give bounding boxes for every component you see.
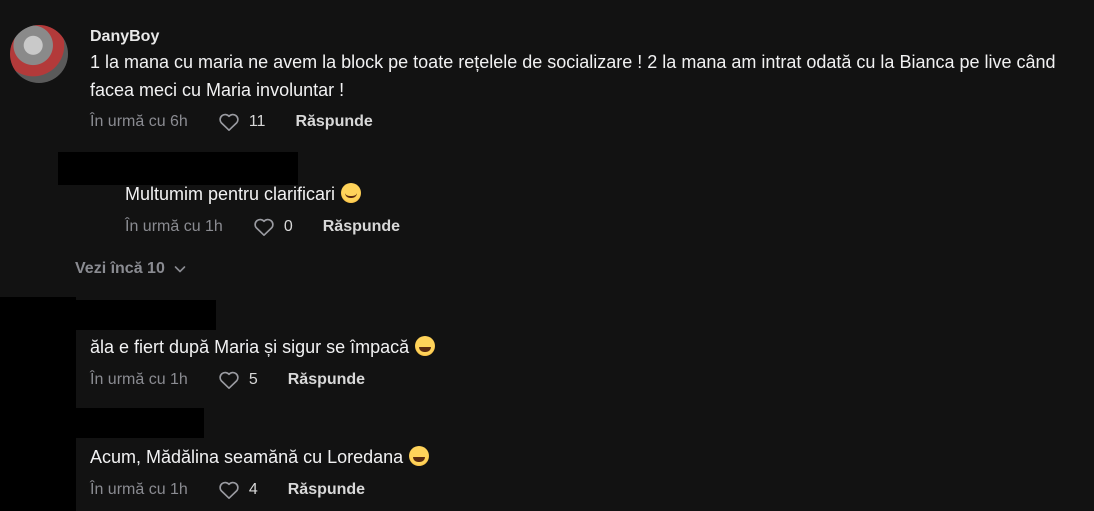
see-more-label: Vezi încă 10	[75, 260, 165, 277]
redacted-avatar	[0, 297, 76, 511]
timestamp: În urmă cu 1h	[125, 218, 223, 235]
reply-meta: În urmă cu 1h 0 Răspunde	[125, 217, 400, 237]
timestamp: În urmă cu 6h	[90, 113, 188, 130]
like-button[interactable]: 5	[218, 370, 258, 390]
chevron-down-icon	[174, 266, 186, 273]
heart-icon	[219, 113, 239, 131]
like-count: 0	[283, 218, 293, 235]
comment-text: 1 la mana cu maria ne avem la block pe t…	[90, 52, 1056, 100]
comment-text-content: Acum, Mădălina seamănă cu Loredana	[90, 447, 404, 467]
like-button[interactable]: 11	[218, 112, 266, 132]
grinning-squinting-emoji-icon	[409, 446, 430, 466]
reply-button[interactable]: Răspunde	[288, 481, 365, 499]
timestamp: În urmă cu 1h	[90, 481, 188, 498]
like-count: 11	[248, 113, 266, 130]
reply-button[interactable]: Răspunde	[295, 113, 372, 131]
reply-button[interactable]: Răspunde	[288, 371, 365, 389]
comment-text-content: ăla e fiert după Maria și sigur se împac…	[90, 337, 410, 357]
timestamp: În urmă cu 1h	[90, 371, 188, 388]
like-button[interactable]: 4	[218, 480, 258, 500]
like-count: 4	[248, 481, 258, 498]
reply-text-content: Multumim pentru clarificari	[125, 184, 336, 204]
comment-text: Acum, Mădălina seamănă cu Loredana	[90, 443, 430, 471]
redacted-username	[76, 300, 216, 330]
heart-icon	[254, 218, 274, 236]
rolling-laughing-emoji-icon	[415, 336, 436, 356]
avatar[interactable]	[10, 25, 68, 83]
smiling-face-emoji-icon	[341, 183, 362, 203]
comment-text: ăla e fiert după Maria și sigur se împac…	[90, 333, 436, 361]
see-more-replies-button[interactable]: Vezi încă 10	[75, 260, 187, 278]
username[interactable]: DanyBoy	[90, 28, 159, 46]
comment-meta: În urmă cu 1h 4 Răspunde	[90, 480, 365, 500]
like-button[interactable]: 0	[253, 217, 293, 237]
heart-icon	[219, 481, 239, 499]
redacted-username	[76, 408, 204, 438]
heart-icon	[219, 371, 239, 389]
reply-text: Multumim pentru clarificari	[125, 180, 362, 208]
comment-meta: În urmă cu 6h 11 Răspunde	[90, 112, 373, 132]
reply-button[interactable]: Răspunde	[323, 218, 400, 236]
like-count: 5	[248, 371, 258, 388]
comment-meta: În urmă cu 1h 5 Răspunde	[90, 370, 365, 390]
